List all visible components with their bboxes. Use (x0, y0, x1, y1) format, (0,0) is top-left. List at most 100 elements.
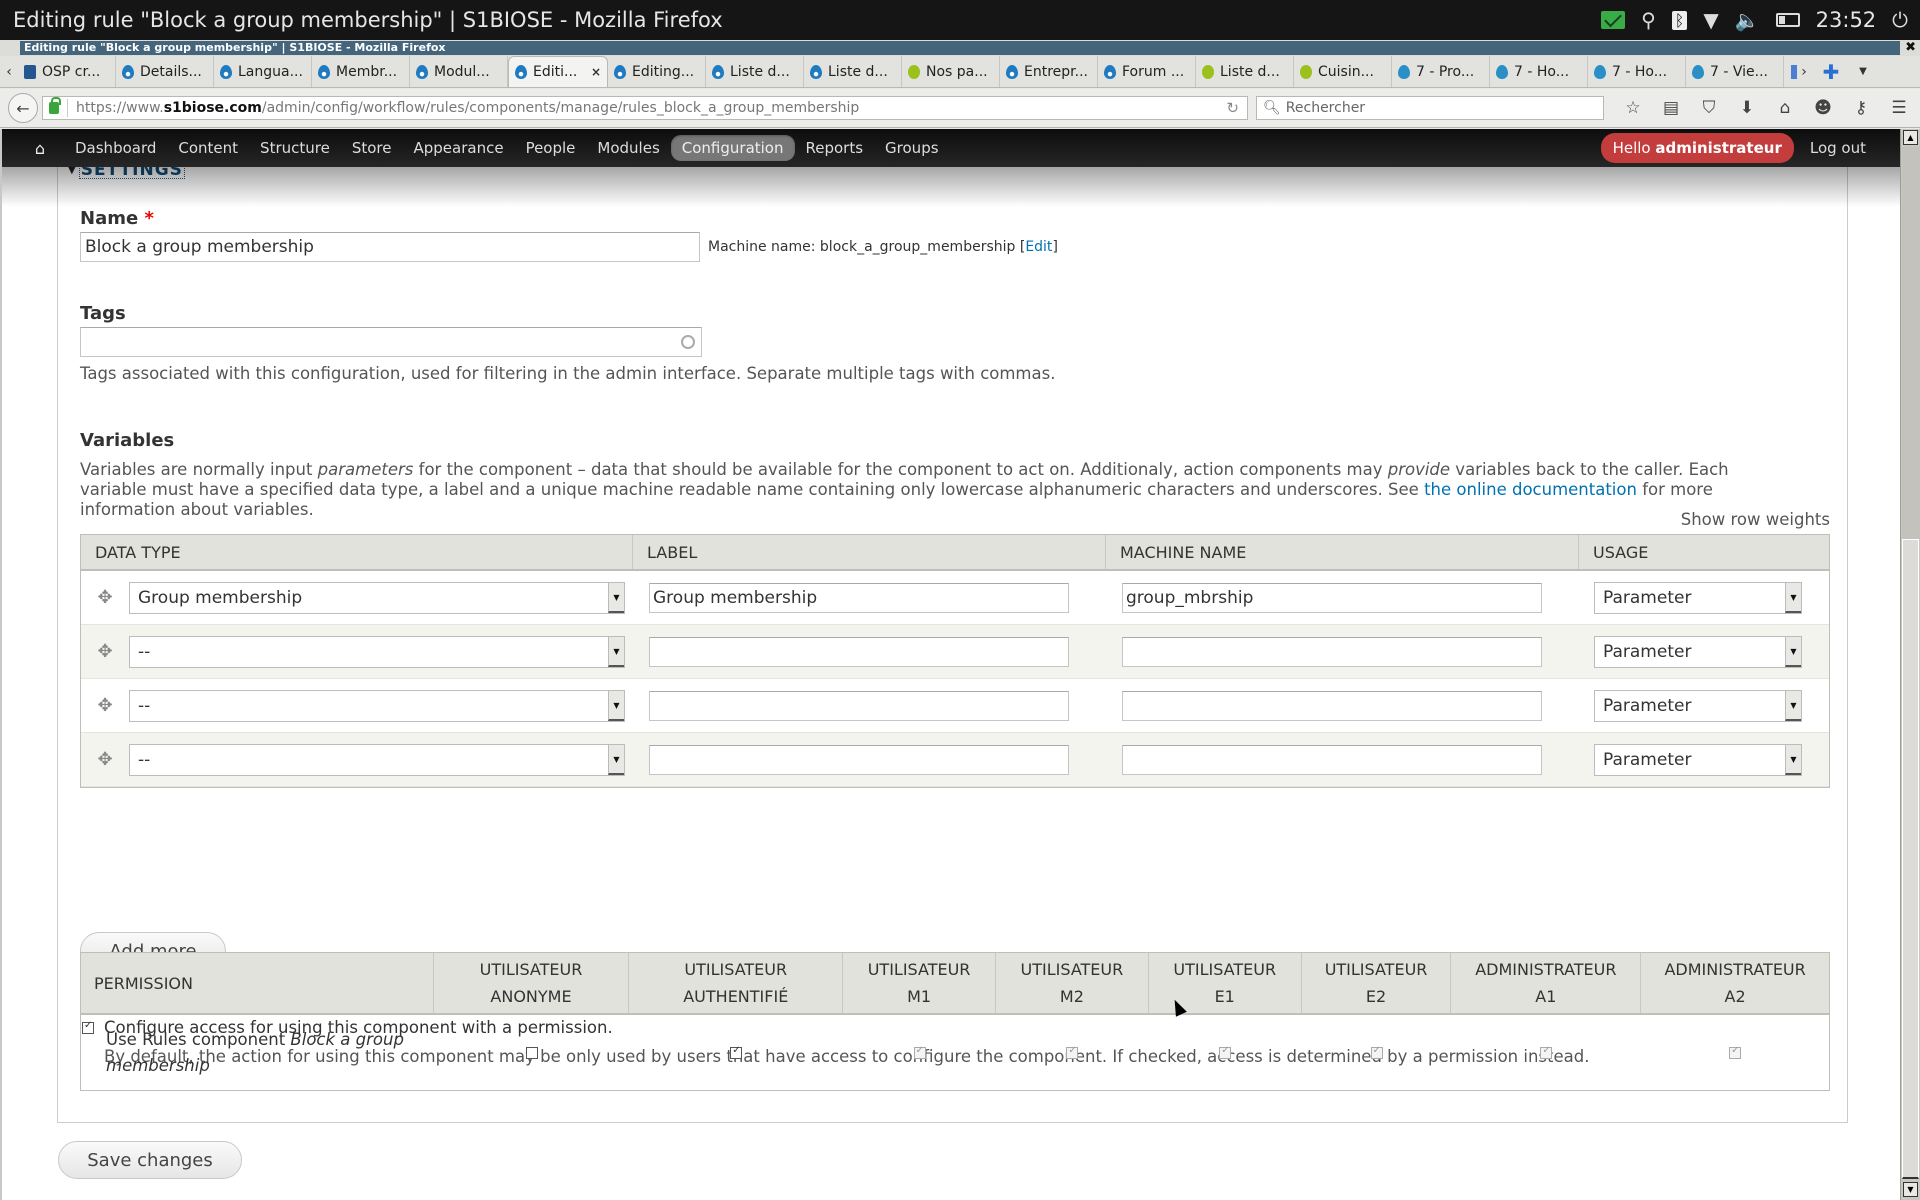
show-row-weights-link[interactable]: Show row weights (1681, 510, 1830, 530)
usage-select[interactable]: Parameter ▼ (1594, 689, 1802, 722)
volume-icon[interactable]: 🔈 (1735, 8, 1760, 32)
menu-icon[interactable]: ☰ (1888, 98, 1910, 118)
browser-tab[interactable]: Liste d... (804, 56, 902, 87)
hello-user-badge[interactable]: Hello administrateur (1600, 133, 1794, 163)
browser-tab[interactable]: Editi... × (508, 56, 608, 87)
drag-handle-icon[interactable]: ✥ (81, 587, 129, 608)
usage-select[interactable]: Parameter ▼ (1594, 635, 1802, 668)
tab-scroll-right-icon[interactable]: › (1784, 56, 1814, 87)
toolbar-item-content[interactable]: Content (167, 135, 249, 161)
tab-list-icon[interactable]: ▼ (1848, 56, 1878, 87)
back-button[interactable]: ← (8, 93, 38, 123)
data-type-select[interactable]: -- ▼ (129, 689, 625, 722)
scroll-down-icon[interactable]: ▼ (1903, 1182, 1918, 1197)
data-type-select[interactable]: -- ▼ (129, 635, 625, 668)
page-scrollbar[interactable]: ▲ ▼ (1900, 129, 1920, 1200)
machine-name-input[interactable] (1122, 744, 1542, 775)
window-titlebar: Editing rule "Block a group membership" … (0, 40, 1920, 56)
power-icon[interactable]: ⏻ (1892, 8, 1908, 32)
drag-handle-icon[interactable]: ✥ (81, 749, 129, 770)
usage-select[interactable]: Parameter ▼ (1594, 743, 1802, 776)
reload-icon[interactable]: ↻ (1226, 99, 1247, 117)
drag-handle-icon[interactable]: ✥ (81, 695, 129, 716)
browser-tab[interactable]: Nos pa... (902, 56, 1000, 87)
battery-icon[interactable] (1775, 13, 1800, 27)
name-input[interactable]: Block a group membership (80, 232, 700, 262)
online-documentation-link[interactable]: the online documentation (1424, 480, 1637, 499)
permission-column-header: UTILISATEUR M1 (843, 953, 996, 1013)
pocket-icon[interactable]: ⛉ (1698, 98, 1720, 118)
bluetooth-icon[interactable]: ᛒ (1671, 10, 1688, 30)
label-input[interactable] (649, 636, 1069, 667)
browser-tab[interactable]: Entrepr... (1000, 56, 1098, 87)
permission-checkbox-authentifie[interactable] (730, 1045, 743, 1059)
scrollbar-track[interactable] (1902, 147, 1920, 539)
label-input[interactable] (649, 690, 1069, 721)
browser-tab[interactable]: OSP cr... (18, 56, 116, 87)
home-icon[interactable]: ⌂ (30, 139, 50, 158)
new-tab-icon[interactable]: ✚ (1814, 56, 1848, 87)
reading-list-icon[interactable]: ▤ (1660, 98, 1682, 118)
toolbar-item-store[interactable]: Store (341, 135, 403, 161)
save-changes-button[interactable]: Save changes (58, 1141, 242, 1179)
browser-tab[interactable]: Cuisin... (1294, 56, 1392, 87)
tab-scroll-left-icon[interactable]: ‹ (0, 56, 18, 87)
drupal-favicon-icon (810, 64, 822, 79)
toolbar-item-appearance[interactable]: Appearance (402, 135, 514, 161)
clock[interactable]: 23:52 (1816, 8, 1877, 32)
toolbar-item-structure[interactable]: Structure (249, 135, 341, 161)
browser-tab[interactable]: 7 - Vie... (1686, 56, 1784, 87)
tab-label: Editi... (533, 64, 578, 80)
toolbar-item-groups[interactable]: Groups (874, 135, 949, 161)
tags-input[interactable] (80, 327, 702, 357)
scrollbar-thumb[interactable] (1902, 539, 1919, 1179)
label-input[interactable] (649, 744, 1069, 775)
wifi-icon[interactable]: ▼ (1703, 8, 1718, 32)
browser-tab[interactable]: 7 - Ho... (1588, 56, 1686, 87)
browser-tab[interactable]: Forum ... (1098, 56, 1196, 87)
browser-tab[interactable]: Langua... (214, 56, 312, 87)
browser-tab[interactable]: Modul... (410, 56, 508, 87)
toolbar-item-modules[interactable]: Modules (586, 135, 670, 161)
toolbar-item-configuration[interactable]: Configuration (670, 135, 795, 161)
data-type-select[interactable]: -- ▼ (129, 743, 625, 776)
permission-column-header: UTILISATEUR ANONYME (434, 953, 630, 1013)
drag-handle-icon[interactable]: ✥ (81, 641, 129, 662)
browser-tab[interactable]: Liste d... (706, 56, 804, 87)
home-icon[interactable]: ⌂ (1774, 98, 1796, 118)
label-input[interactable]: Group membership (649, 582, 1069, 613)
permission-checkbox-anonyme[interactable] (525, 1046, 538, 1059)
downloads-icon[interactable]: ⬇ (1736, 98, 1758, 118)
window-close-icon[interactable]: ✖ (1905, 40, 1916, 56)
toolbar-item-people[interactable]: People (515, 135, 587, 161)
browser-tab[interactable]: Liste d... (1196, 56, 1294, 87)
location-icon[interactable]: ⚲ (1641, 8, 1656, 32)
logout-link[interactable]: Log out (1804, 135, 1872, 161)
machine-name-input[interactable] (1122, 636, 1542, 667)
key-icon[interactable]: ⚷ (1850, 98, 1872, 118)
data-type-select[interactable]: Group membership ▼ (129, 581, 625, 614)
scroll-up-icon[interactable]: ▲ (1903, 130, 1918, 145)
tab-label: 7 - Vie... (1710, 63, 1768, 80)
toolbar-item-dashboard[interactable]: Dashboard (64, 135, 167, 161)
machine-name-input[interactable] (1122, 690, 1542, 721)
browser-tab[interactable]: Editing... (608, 56, 706, 87)
autocomplete-throbber-icon (681, 335, 695, 349)
browser-tab[interactable]: 7 - Pro... (1392, 56, 1490, 87)
bookmark-star-icon[interactable]: ☆ (1622, 98, 1644, 118)
tab-close-icon[interactable]: × (591, 65, 601, 79)
toolbar-item-reports[interactable]: Reports (795, 135, 875, 161)
tab-label: Langua... (238, 63, 303, 80)
url-field[interactable]: https://www. s1biose.com/admin/config/wor… (42, 96, 1248, 120)
mail-icon[interactable] (1601, 11, 1626, 29)
browser-tab[interactable]: 7 - Ho... (1490, 56, 1588, 87)
browser-tab[interactable]: Details... (116, 56, 214, 87)
machine-name-input[interactable]: group_mbrship (1122, 582, 1542, 613)
required-mark: * (144, 208, 154, 229)
browser-tab[interactable]: Membr... (312, 56, 410, 87)
drop-favicon-icon (1496, 64, 1508, 79)
chat-icon[interactable]: ☻ (1812, 98, 1834, 118)
machine-name-edit-link[interactable]: Edit (1025, 239, 1052, 255)
usage-select[interactable]: Parameter ▼ (1594, 581, 1802, 614)
search-field[interactable]: 🔍︎ Rechercher (1256, 96, 1604, 120)
